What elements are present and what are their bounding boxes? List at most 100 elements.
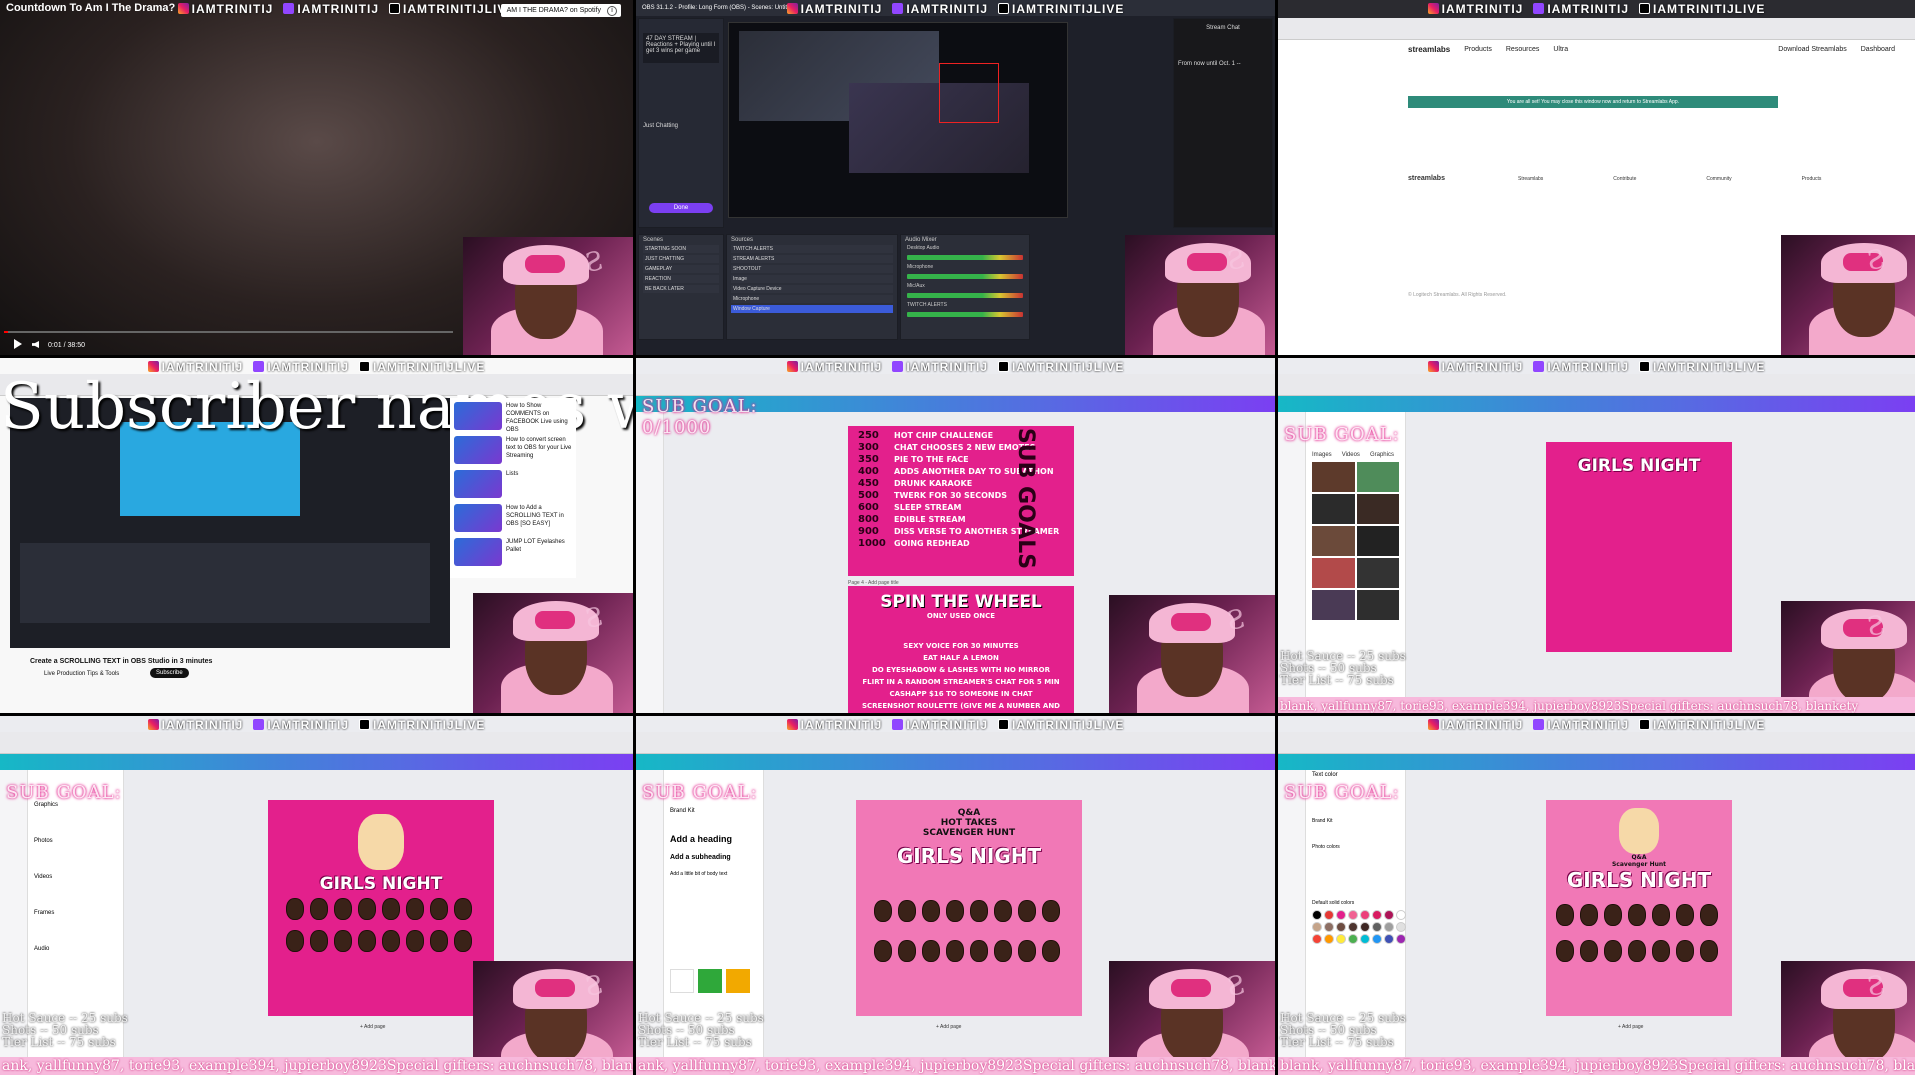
related-video[interactable]: JUMP LOT Eyelashes Pallet: [454, 538, 572, 568]
color-swatch[interactable]: [1324, 934, 1334, 944]
color-swatch[interactable]: [1384, 934, 1394, 944]
sub-goals-page[interactable]: 250 HOT CHIP CHALLENGE 300 CHAT CHOOSES 2 N…: [848, 426, 1074, 576]
color-swatch[interactable]: [1324, 910, 1334, 920]
source-item[interactable]: Window Capture: [731, 305, 893, 313]
scene-item[interactable]: JUST CHATTING: [643, 255, 719, 263]
twitch-icon: [1533, 3, 1545, 14]
color-swatch[interactable]: [1312, 910, 1322, 920]
canva-toolbar: [1278, 396, 1915, 412]
tile-canva-subgoals: IAMTRINITIJ IAMTRINITIJ IAMTRINITIJLIVE …: [636, 358, 1278, 716]
related-video-title: Lists: [506, 471, 519, 477]
color-swatch[interactable]: [1336, 922, 1346, 932]
color-swatch[interactable]: [1312, 934, 1322, 944]
color-swatch[interactable]: [1312, 922, 1322, 932]
goal-text: TWERK FOR 30 SECONDS: [894, 491, 1008, 500]
color-swatch[interactable]: [1324, 922, 1334, 932]
sources-dock: Sources TWITCH ALERTS STREAM ALERTS SHOOTO…: [726, 234, 898, 340]
tab-images[interactable]: Images: [1312, 452, 1332, 458]
tiktok-icon: [389, 3, 400, 14]
browser-chrome: [0, 732, 633, 754]
related-video[interactable]: How to convert screen text to OBS for yo…: [454, 436, 572, 466]
source-item[interactable]: Image: [731, 275, 893, 283]
source-item[interactable]: Video Capture Device: [731, 285, 893, 293]
done-button[interactable]: Done: [649, 203, 713, 213]
category-field[interactable]: Just Chatting: [643, 123, 719, 129]
volume-meter[interactable]: [907, 255, 1023, 260]
volume-meter[interactable]: [907, 293, 1023, 298]
girls-night-page[interactable]: Q&A HOT TAKES SCAVENGER HUNT GIRLS NIGHT: [856, 800, 1082, 1016]
subscriber-ticker: ank, yallfunny87, torie93, example394, j…: [636, 1057, 1275, 1075]
tab-graphics[interactable]: Graphics: [1370, 452, 1394, 458]
handles-overlay: IAMTRINITIJ IAMTRINITIJ IAMTRINITIJLIVE: [1278, 0, 1915, 18]
source-item[interactable]: TWITCH ALERTS: [731, 245, 893, 253]
girls-night-page[interactable]: GIRLS NIGHT: [1546, 442, 1732, 652]
subscribe-button[interactable]: Subscribe: [150, 668, 189, 678]
play-icon[interactable]: [14, 339, 22, 349]
video-thumbnail: [454, 436, 502, 464]
mixer-channel: TWITCH ALERTS: [901, 302, 1029, 317]
color-swatch[interactable]: [1360, 910, 1370, 920]
scene-item[interactable]: STARTING SOON: [643, 245, 719, 253]
scene-item[interactable]: GAMEPLAY: [643, 265, 719, 273]
instagram-icon: [1427, 719, 1439, 730]
girls-night-page[interactable]: Q&A Scavenger Hunt GIRLS NIGHT: [1546, 800, 1732, 1016]
channel-name[interactable]: Live Production Tips & Tools: [44, 671, 119, 677]
streamlabs-logo[interactable]: streamlabs: [1408, 45, 1450, 54]
volume-meter[interactable]: [907, 312, 1023, 317]
wheel-item: FLIRT IN A RANDOM STREAMER'S CHAT FOR 5 …: [862, 678, 1060, 686]
sub-goal-label: SUB GOAL:: [1284, 424, 1400, 445]
add-page-button[interactable]: + Add page: [936, 1024, 961, 1030]
time-display: 0:01 / 38:50: [48, 342, 85, 349]
tab-videos[interactable]: Videos: [1342, 452, 1360, 458]
add-page-button[interactable]: + Add page: [1618, 1024, 1643, 1030]
source-item[interactable]: SHOOTOUT: [731, 265, 893, 273]
related-video[interactable]: How to Show COMMENTS on FACEBOOK Live us…: [454, 402, 572, 432]
add-page-button[interactable]: + Add page: [360, 1024, 385, 1030]
source-item[interactable]: Microphone: [731, 295, 893, 303]
stream-title-field[interactable]: 47 DAY STREAM | Reactions + Playing unti…: [643, 33, 719, 63]
browser-chrome: [1278, 732, 1915, 754]
instagram-icon: [786, 361, 798, 372]
twitch-icon: [253, 719, 265, 730]
color-swatch[interactable]: [1384, 922, 1394, 932]
related-video[interactable]: How to Add a SCROLLING TEXT in OBS [SO E…: [454, 504, 572, 534]
wheel-item: SCREENSHOT ROULETTE (GIVE ME A NUMBER AN…: [861, 702, 1060, 710]
source-item[interactable]: STREAM ALERTS: [731, 255, 893, 263]
tier-list: Hot Sauce -- 25 subs Shots -- 50 subs Ti…: [2, 1011, 128, 1049]
instagram-icon: [786, 3, 798, 14]
progress-bar[interactable]: [4, 331, 453, 333]
volume-icon[interactable]: [32, 341, 39, 348]
scene-item[interactable]: REACTION: [643, 275, 719, 283]
scene-item[interactable]: BE BACK LATER: [643, 285, 719, 293]
color-swatch[interactable]: [1372, 934, 1382, 944]
dashboard-link[interactable]: Dashboard: [1861, 46, 1895, 53]
spin-wheel-page[interactable]: SPIN THE WHEEL ONLY USED ONCE SEXY VOICE…: [848, 586, 1074, 713]
color-swatch[interactable]: [1396, 910, 1406, 920]
color-swatch[interactable]: [1336, 934, 1346, 944]
color-swatch[interactable]: [1360, 934, 1370, 944]
color-swatch[interactable]: [1384, 910, 1394, 920]
girls-night-page[interactable]: GIRLS NIGHT: [268, 800, 494, 1016]
color-swatch[interactable]: [1396, 922, 1406, 932]
color-swatch[interactable]: [1396, 934, 1406, 944]
tile-canva-colors: IAMTRINITIJ IAMTRINITIJ IAMTRINITIJLIVE …: [1278, 716, 1915, 1075]
color-swatch[interactable]: [1360, 922, 1370, 932]
volume-meter[interactable]: [907, 274, 1023, 279]
info-icon[interactable]: i: [607, 6, 617, 16]
color-swatch[interactable]: [1348, 910, 1358, 920]
color-swatch[interactable]: [1348, 934, 1358, 944]
tiktok-icon: [359, 719, 370, 730]
color-swatch[interactable]: [1348, 922, 1358, 932]
related-videos: How to Show COMMENTS on FACEBOOK Live us…: [450, 398, 576, 578]
streamlabs-nav: streamlabs Products Resources Ultra Down…: [1408, 44, 1895, 54]
wheel-item: EAT HALF A LEMON: [923, 654, 999, 662]
download-link[interactable]: Download Streamlabs: [1778, 46, 1846, 53]
color-swatch[interactable]: [1336, 910, 1346, 920]
color-swatch[interactable]: [1372, 922, 1382, 932]
spotify-card[interactable]: AM I THE DRAMA? on Spotify i: [500, 4, 621, 17]
color-swatch[interactable]: [1372, 910, 1382, 920]
tier-list: Hot Sauce -- 25 subs Shots -- 50 subs Ti…: [1280, 649, 1406, 687]
wheel-item: DO EYESHADOW & LASHES WITH NO MIRROR: [872, 666, 1050, 674]
related-video[interactable]: Lists: [454, 470, 572, 500]
tile-youtube-tutorial: IAMTRINITIJ IAMTRINITIJ IAMTRINITIJLIVE …: [0, 358, 636, 716]
